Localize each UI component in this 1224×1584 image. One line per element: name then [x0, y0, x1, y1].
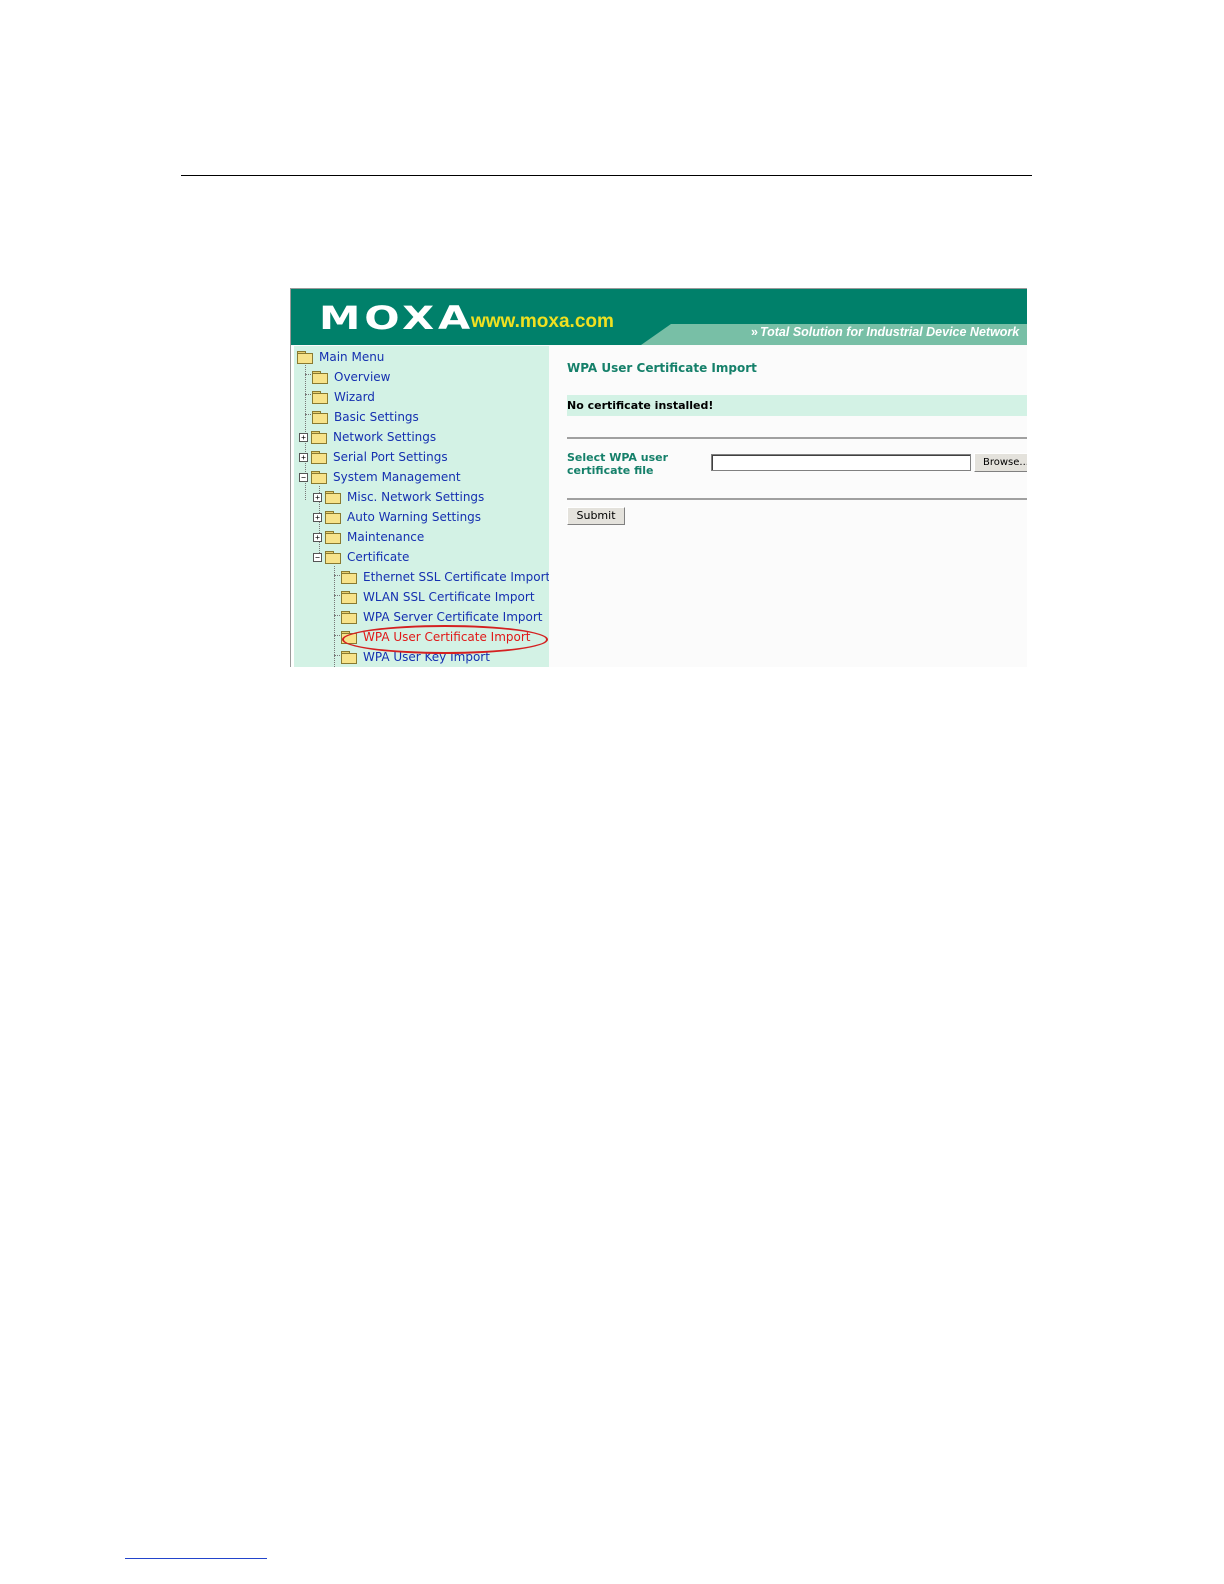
folder-icon [325, 531, 341, 544]
divider [567, 437, 1027, 439]
sidebar-item-label: Wizard [334, 390, 375, 404]
expand-plus-icon[interactable]: + [299, 432, 308, 442]
tree-guide-line [334, 595, 340, 596]
footer-link-rule [125, 1558, 267, 1559]
folder-icon [341, 611, 357, 624]
sidebar-item-label: Network Settings [333, 430, 437, 444]
page-top-rule [181, 175, 1032, 176]
sidebar-item-main-menu[interactable]: Main Menu [297, 348, 384, 366]
sidebar-item-label: Main Menu [319, 350, 385, 364]
sidebar-item-label: Serial Port Settings [333, 450, 448, 464]
divider [567, 498, 1027, 500]
sidebar-item-wizard[interactable]: Wizard [312, 388, 375, 406]
folder-icon [312, 411, 328, 424]
sidebar-item-serial-port-settings[interactable]: + Serial Port Settings [299, 448, 448, 466]
tagline-text: Total Solution for Industrial Device Net… [759, 325, 1020, 339]
collapse-minus-icon[interactable]: − [299, 472, 308, 482]
sidebar-item-label: Maintenance [347, 530, 425, 544]
folder-icon [311, 451, 327, 464]
tree-guide-line [334, 655, 340, 656]
main-content: WPA User Certificate Import No certifica… [549, 346, 1027, 667]
header-tagline: » Total Solution for Industrial Device Ne… [751, 325, 1019, 339]
sidebar-item-label: Ethernet SSL Certificate Import [363, 570, 551, 584]
moxa-url[interactable]: www.moxa.com [471, 311, 614, 333]
expand-plus-icon[interactable]: + [299, 452, 308, 462]
moxa-logo: MOXA [319, 299, 475, 337]
folder-icon [341, 651, 357, 664]
sidebar-item-label: Basic Settings [334, 410, 419, 424]
expand-plus-icon[interactable]: + [313, 492, 322, 502]
open-folder-icon [297, 351, 313, 364]
sidebar-item-label: WLAN SSL Certificate Import [363, 590, 535, 604]
sidebar-item-label: Misc. Network Settings [347, 490, 485, 504]
sidebar-item-label: Auto Warning Settings [347, 510, 482, 524]
sidebar-item-overview[interactable]: Overview [312, 368, 391, 386]
tree-guide-line [334, 635, 340, 636]
sidebar-item-misc-network-settings[interactable]: + Misc. Network Settings [313, 488, 484, 506]
expand-plus-icon[interactable]: + [313, 512, 322, 522]
sidebar-item-maintenance[interactable]: + Maintenance [313, 528, 424, 546]
sidebar-item-auto-warning-settings[interactable]: + Auto Warning Settings [313, 508, 481, 526]
open-folder-icon [311, 471, 327, 484]
expand-plus-icon[interactable]: + [313, 532, 322, 542]
highlight-oval [342, 625, 548, 654]
sidebar-item-certificate[interactable]: − Certificate [313, 548, 409, 566]
sidebar-item-label: Overview [334, 370, 391, 384]
tree-guide-line [334, 566, 335, 667]
folder-icon [341, 571, 357, 584]
folder-icon [325, 511, 341, 524]
tree-guide-line [334, 615, 340, 616]
sidebar-item-label: WPA Server Certificate Import [363, 610, 543, 624]
sidebar-item-basic-settings[interactable]: Basic Settings [312, 408, 419, 426]
folder-icon [312, 371, 328, 384]
folder-icon [312, 391, 328, 404]
folder-icon [341, 591, 357, 604]
certificate-file-input[interactable] [711, 454, 971, 471]
moxa-web-console-screenshot: MOXA www.moxa.com » Total Solution for In… [290, 288, 1027, 667]
status-message: No certificate installed! [567, 395, 1027, 416]
sidebar-item-label: Certificate [347, 550, 410, 564]
sidebar-item-wpa-server-certificate-import[interactable]: WPA Server Certificate Import [341, 608, 543, 626]
sidebar-item-network-settings[interactable]: + Network Settings [299, 428, 436, 446]
sidebar-menu-tree: Main Menu Overview Wizard Basic Settings… [291, 346, 552, 667]
submit-button[interactable]: Submit [567, 507, 625, 525]
moxa-header-banner: MOXA www.moxa.com » Total Solution for In… [291, 289, 1027, 345]
page-title: WPA User Certificate Import [567, 361, 757, 375]
folder-icon [325, 491, 341, 504]
collapse-minus-icon[interactable]: − [313, 552, 322, 562]
open-folder-icon [325, 551, 341, 564]
sidebar-item-label: System Management [333, 470, 461, 484]
sidebar-item-wlan-ssl-certificate-import[interactable]: WLAN SSL Certificate Import [341, 588, 535, 606]
folder-icon [311, 431, 327, 444]
double-chevron-icon: » [751, 325, 758, 339]
certificate-file-label: Select WPA user certificate file [567, 451, 669, 477]
sidebar-item-system-management[interactable]: − System Management [299, 468, 461, 486]
browse-button[interactable]: Browse... [974, 453, 1027, 472]
tree-guide-line [334, 575, 340, 576]
sidebar-item-ethernet-ssl-certificate-import[interactable]: Ethernet SSL Certificate Import [341, 568, 550, 586]
